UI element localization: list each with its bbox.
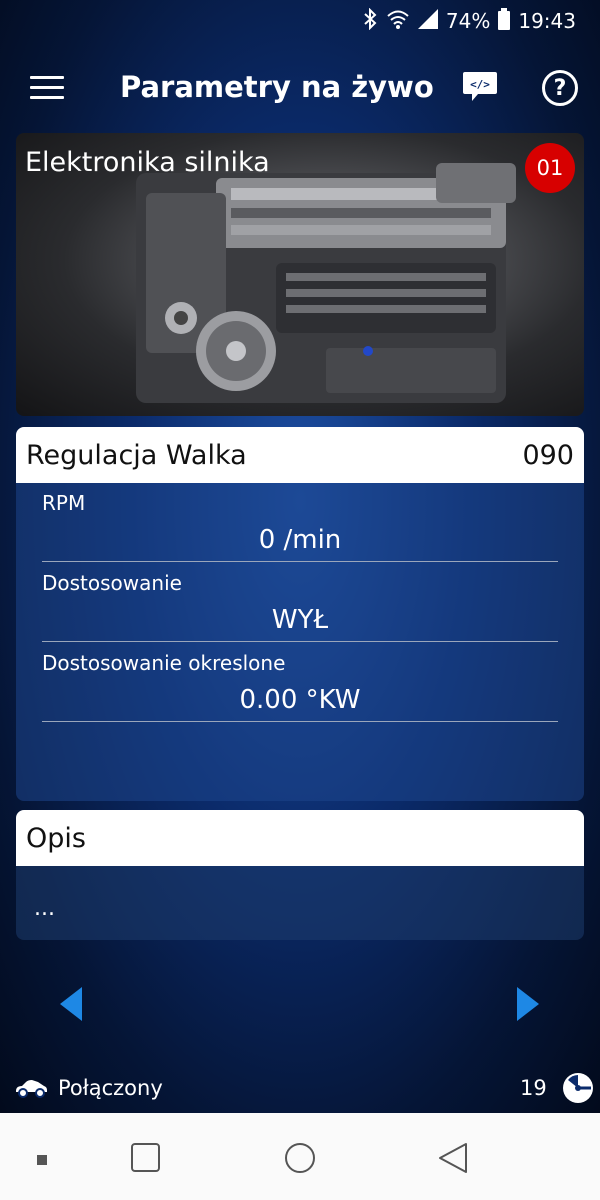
parameter-value: 0 /min — [258, 525, 342, 555]
description-text: ... — [16, 866, 584, 940]
svg-text:</>: </> — [470, 78, 490, 91]
measuring-group-header[interactable]: Regulacja Walka 090 — [16, 427, 584, 483]
parameter-value: WYŁ — [271, 605, 329, 635]
app-bar: Parametry na żywo </> ? — [0, 52, 600, 126]
next-group-button[interactable] — [517, 987, 539, 1025]
home-button[interactable] — [284, 1142, 316, 1178]
recents-dot-icon[interactable] — [37, 1152, 49, 1171]
gauge-icon — [562, 1073, 593, 1103]
battery-icon — [498, 7, 511, 35]
description-header: Opis — [16, 810, 584, 866]
overview-button[interactable] — [131, 1143, 161, 1177]
status-bar: 74% 19:43 — [0, 0, 600, 42]
previous-group-button[interactable] — [60, 987, 82, 1025]
ecu-address-badge: 01 — [525, 143, 575, 193]
bluetooth-icon — [362, 7, 378, 35]
group-name: Regulacja Walka — [26, 439, 247, 471]
parameters-panel: RPM 0 /min Dostosowanie WYŁ Dostosowanie… — [16, 483, 584, 801]
back-button[interactable] — [438, 1142, 468, 1178]
app-screen: 74% 19:43 Parametry na żywo </> ? Elektr… — [0, 0, 600, 1113]
ecu-card[interactable]: Elektronika silnika 01 — [16, 133, 584, 416]
connection-label: Połączony — [58, 1076, 163, 1100]
parameter-row: Dostosowanie okreslone 0.00 °KW — [42, 651, 558, 722]
group-number: 090 — [522, 439, 574, 471]
counter: 19 — [520, 1073, 595, 1103]
arrow-left-icon — [60, 987, 82, 1021]
divider — [42, 641, 558, 642]
counter-value: 19 — [520, 1076, 547, 1100]
clock: 19:43 — [518, 9, 576, 33]
page-title: Parametry na żywo — [120, 70, 434, 104]
parameter-value: 0.00 °KW — [239, 685, 361, 715]
menu-icon[interactable] — [30, 76, 64, 100]
divider — [42, 561, 558, 562]
parameter-row: Dostosowanie WYŁ — [42, 571, 558, 642]
arrow-right-icon — [517, 987, 539, 1021]
system-navigation-bar — [0, 1113, 600, 1200]
car-icon — [16, 1080, 47, 1098]
parameter-name: RPM — [42, 491, 86, 515]
help-icon[interactable]: ? — [542, 70, 578, 106]
code-chat-icon[interactable]: </> — [462, 70, 498, 102]
parameter-name: Dostosowanie okreslone — [42, 651, 286, 675]
parameter-row: RPM 0 /min — [42, 491, 558, 562]
wifi-icon — [386, 9, 410, 34]
battery-percent: 74% — [445, 9, 491, 33]
connection-status: Połączony — [14, 1073, 163, 1103]
ecu-name: Elektronika silnika — [25, 147, 270, 178]
divider — [42, 721, 558, 722]
parameter-name: Dostosowanie — [42, 571, 182, 595]
signal-icon — [417, 8, 438, 34]
